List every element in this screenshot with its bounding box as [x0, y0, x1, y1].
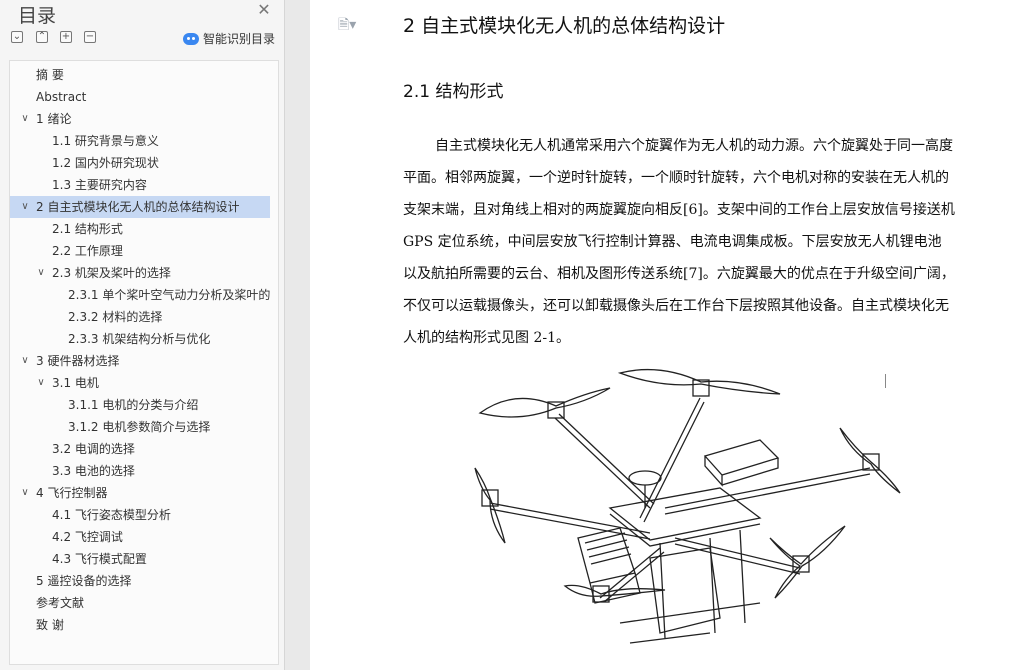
toc-item-label: 1.3 主要研究内容: [52, 178, 147, 192]
toc-item[interactable]: Abstract: [10, 86, 270, 108]
chevron-down-icon[interactable]: ∨: [36, 372, 46, 394]
section-heading: 2.1 结构形式: [403, 82, 504, 102]
toc-item-label: 3.1.2 电机参数简介与选择: [68, 420, 211, 434]
toc-item[interactable]: 2.1 结构形式: [10, 218, 270, 240]
paragraph-line: 不仅可以运载摄像头，还可以卸载摄像头后在工作台下层按照其他设备。自主式模块化无: [403, 298, 949, 314]
toc-item-label: 2 自主式模块化无人机的总体结构设计: [36, 200, 240, 214]
toc-item-label: 4.3 飞行模式配置: [52, 552, 147, 566]
paragraph-line: 自主式模块化无人机通常采用六个旋翼作为无人机的动力源。六个旋翼处于同一高度: [435, 138, 953, 154]
toc-item-label: 3.1 电机: [52, 376, 99, 390]
toc-item-label: 5 遥控设备的选择: [36, 574, 132, 588]
chapter-heading: 2 自主式模块化无人机的总体结构设计: [403, 15, 726, 37]
toc-item[interactable]: 4.2 飞控调试: [10, 526, 270, 548]
chevron-down-icon[interactable]: ∨: [20, 350, 30, 372]
toc-sidebar: 目录 ✕ ⌄ ⌃ + − 智能识别目录 摘 要 Abstract ∨ 1 绪论 1.1 …: [0, 0, 285, 670]
toc-item-label: 1 绪论: [36, 112, 72, 126]
toc-item[interactable]: 3.3 电池的选择: [10, 460, 270, 482]
toc-item[interactable]: ∨ 3.1 电机: [10, 372, 270, 394]
chevron-down-icon[interactable]: ∨: [20, 196, 30, 218]
toc-item-label: 4 飞行控制器: [36, 486, 108, 500]
toc-item[interactable]: 2.3.2 材料的选择: [10, 306, 270, 328]
toc-item-label: 致 谢: [36, 618, 64, 632]
paragraph-line: 支架末端，且对角线上相对的两旋翼旋向相反[6]。支架中间的工作台上层安放信号接送…: [403, 202, 955, 218]
toc-item-label: 4.2 飞控调试: [52, 530, 123, 544]
toc-item-label: 2.3 机架及桨叶的选择: [52, 266, 171, 280]
toc-item[interactable]: 3.2 电调的选择: [10, 438, 270, 460]
toc-item[interactable]: ∨ 4 飞行控制器: [10, 482, 270, 504]
toc-title: 目录: [18, 5, 57, 27]
document-menu-icon[interactable]: 🗎▾: [338, 14, 356, 38]
paragraph-line: 以及航拍所需要的云台、相机及图形传送系统[7]。六旋翼最大的优点在于升级空间广阔…: [403, 266, 955, 282]
document-page: 🗎▾ 2 自主式模块化无人机的总体结构设计 2.1 结构形式 自主式模块化无人机…: [310, 0, 1015, 670]
toc-item[interactable]: 3.1.1 电机的分类与介绍: [10, 394, 270, 416]
toc-item[interactable]: 致 谢: [10, 614, 270, 636]
toc-item-label: 4.1 飞行姿态模型分析: [52, 508, 171, 522]
toc-item-label: 3.2 电调的选择: [52, 442, 135, 456]
toc-item[interactable]: 5 遥控设备的选择: [10, 570, 270, 592]
toc-item[interactable]: 2.3.3 机架结构分析与优化: [10, 328, 270, 350]
toc-item-label: 参考文献: [36, 596, 85, 610]
hexacopter-figure: [474, 368, 901, 644]
remove-heading-icon[interactable]: −: [84, 31, 96, 43]
toc-item-label: 3.1.1 电机的分类与介绍: [68, 398, 199, 412]
toc-item-label: 2.3.1 单个桨叶空气动力分析及桨叶的选择: [68, 288, 270, 302]
chevron-down-icon[interactable]: ∨: [20, 108, 30, 130]
smart-toc-label: 智能识别目录: [203, 32, 276, 46]
toc-item-label: 2.2 工作原理: [52, 244, 123, 258]
paragraph-line: 平面。相邻两旋翼，一个逆时针旋转，一个顺时针旋转，六个电机对称的安装在无人机的: [403, 170, 949, 186]
toc-item-label: 2.3.3 机架结构分析与优化: [68, 332, 211, 346]
toc-item-label: 摘 要: [36, 68, 64, 82]
ai-robot-icon: [183, 32, 199, 45]
toc-item-label: 3 硬件器材选择: [36, 354, 120, 368]
toc-item-label: 2.1 结构形式: [52, 222, 123, 236]
close-icon[interactable]: ✕: [256, 2, 272, 18]
toc-item[interactable]: 摘 要: [10, 64, 270, 86]
smart-toc-button[interactable]: 智能识别目录: [183, 30, 275, 47]
toc-item[interactable]: 3.1.2 电机参数简介与选择: [10, 416, 270, 438]
toc-item-label: 2.3.2 材料的选择: [68, 310, 163, 324]
toc-item[interactable]: 1.3 主要研究内容: [10, 174, 270, 196]
toc-item[interactable]: ∨ 3 硬件器材选择: [10, 350, 270, 372]
toc-item[interactable]: 1.1 研究背景与意义: [10, 130, 270, 152]
expand-all-icon[interactable]: ⌄: [11, 31, 23, 43]
add-heading-icon[interactable]: +: [60, 31, 72, 43]
paragraph-line: GPS 定位系统，中间层安放飞行控制计算器、电流电调集成板。下层安放无人机锂电池: [403, 234, 942, 250]
toc-item[interactable]: 2.3.1 单个桨叶空气动力分析及桨叶的选择: [10, 284, 270, 306]
toc-item[interactable]: 2.2 工作原理: [10, 240, 270, 262]
toc-item-label: 1.2 国内外研究现状: [52, 156, 159, 170]
toc-item[interactable]: 4.3 飞行模式配置: [10, 548, 270, 570]
chevron-down-icon[interactable]: ∨: [20, 482, 30, 504]
toc-item-label: 1.1 研究背景与意义: [52, 134, 159, 148]
chevron-down-icon[interactable]: ∨: [36, 262, 46, 284]
paragraph-line: 人机的结构形式见图 2-1。: [403, 330, 570, 346]
toc-item[interactable]: 参考文献: [10, 592, 270, 614]
toc-item[interactable]: ∨ 1 绪论: [10, 108, 270, 130]
toc-item-label: 3.3 电池的选择: [52, 464, 135, 478]
toc-item[interactable]: ∨ 2 自主式模块化无人机的总体结构设计: [10, 196, 270, 218]
toc-list: 摘 要 Abstract ∨ 1 绪论 1.1 研究背景与意义 1.2 国内外研究现状 1.…: [9, 60, 279, 665]
document-area: 🗎▾ 2 自主式模块化无人机的总体结构设计 2.1 结构形式 自主式模块化无人机…: [285, 0, 1015, 670]
toc-item-label: Abstract: [36, 90, 87, 104]
toc-item[interactable]: 1.2 国内外研究现状: [10, 152, 270, 174]
collapse-all-icon[interactable]: ⌃: [36, 31, 48, 43]
toc-item[interactable]: 4.1 飞行姿态模型分析: [10, 504, 270, 526]
toc-item[interactable]: ∨ 2.3 机架及桨叶的选择: [10, 262, 270, 284]
